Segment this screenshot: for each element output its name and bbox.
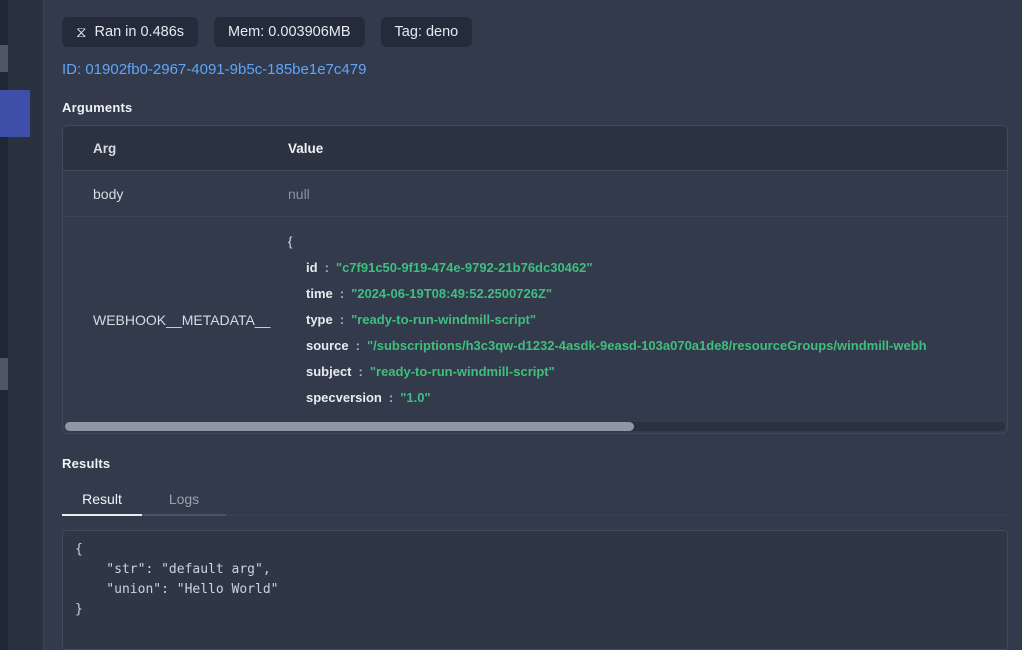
json-key[interactable]: id bbox=[306, 260, 318, 275]
job-run-panel: ⧖ Ran in 0.486s Mem: 0.003906MB Tag: den… bbox=[44, 0, 1022, 650]
json-object-viewer: { id: "c7f91c50-9f19-474e-9792-21b76dc304… bbox=[288, 229, 1007, 411]
json-string-value: "ready-to-run-windmill-script" bbox=[351, 312, 536, 327]
arguments-section-title: Arguments bbox=[62, 100, 1008, 115]
table-row: WEBHOOK__METADATA__ { id: "c7f91c50-9f19-… bbox=[63, 217, 1007, 433]
tab-result[interactable]: Result bbox=[62, 483, 142, 516]
runtime-badge: ⧖ Ran in 0.486s bbox=[62, 17, 198, 47]
key-value-separator: : bbox=[325, 260, 329, 275]
table-row: body null bbox=[63, 171, 1007, 217]
json-string-value: "2024-06-19T08:49:52.2500726Z" bbox=[351, 286, 552, 301]
sidebar-item[interactable] bbox=[0, 45, 8, 72]
arg-name: WEBHOOK__METADATA__ bbox=[63, 312, 288, 328]
json-string-value: "/subscriptions/h3c3qw-d1232-4asdk-9easd… bbox=[367, 338, 927, 353]
hourglass-icon: ⧖ bbox=[76, 25, 87, 40]
column-header-arg: Arg bbox=[63, 141, 288, 156]
job-id-line: ID: 01902fb0-2967-4091-9b5c-185be1e7c479 bbox=[62, 61, 1008, 78]
json-string-value: "c7f91c50-9f19-474e-9792-21b76dc30462" bbox=[336, 260, 593, 275]
sidebar-selected-item[interactable] bbox=[0, 90, 30, 137]
json-key[interactable]: type bbox=[306, 312, 333, 327]
arg-value-null: null bbox=[288, 186, 1007, 202]
key-value-separator: : bbox=[340, 312, 344, 327]
results-section-title: Results bbox=[62, 456, 1008, 471]
json-key[interactable]: time bbox=[306, 286, 333, 301]
horizontal-scrollbar-track[interactable] bbox=[65, 422, 1005, 431]
horizontal-scrollbar-thumb[interactable] bbox=[65, 422, 634, 431]
memory-badge-label: Mem: 0.003906MB bbox=[228, 24, 351, 40]
column-header-value: Value bbox=[288, 141, 1007, 156]
json-entry: source: "/subscriptions/h3c3qw-d1232-4asd… bbox=[288, 333, 1007, 359]
tab-logs[interactable]: Logs bbox=[142, 483, 226, 516]
json-entry: subject: "ready-to-run-windmill-script" bbox=[288, 359, 1007, 385]
results-tabs: Result Logs bbox=[62, 483, 1008, 516]
arguments-table: Arg Value body null WEBHOOK__METADATA__ … bbox=[62, 125, 1008, 434]
json-entry: specversion: "1.0" bbox=[288, 385, 1007, 411]
key-value-separator: : bbox=[340, 286, 344, 301]
job-id-label: ID: bbox=[62, 61, 81, 78]
json-entry: id: "c7f91c50-9f19-474e-9792-21b76dc30462… bbox=[288, 255, 1007, 281]
json-key[interactable]: specversion bbox=[306, 390, 382, 405]
json-key[interactable]: subject bbox=[306, 364, 352, 379]
json-string-value: "ready-to-run-windmill-script" bbox=[370, 364, 555, 379]
json-entry: time: "2024-06-19T08:49:52.2500726Z" bbox=[288, 281, 1007, 307]
sidebar-item[interactable] bbox=[0, 358, 8, 390]
sidebar bbox=[0, 0, 44, 650]
key-value-separator: : bbox=[359, 364, 363, 379]
result-code-block: { "str": "default arg", "union": "Hello … bbox=[62, 530, 1008, 650]
memory-badge: Mem: 0.003906MB bbox=[214, 17, 365, 47]
job-id-value[interactable]: 01902fb0-2967-4091-9b5c-185be1e7c479 bbox=[85, 61, 366, 78]
arg-name: body bbox=[63, 186, 288, 202]
json-key[interactable]: source bbox=[306, 338, 349, 353]
runtime-badge-label: Ran in 0.486s bbox=[95, 24, 184, 40]
key-value-separator: : bbox=[356, 338, 360, 353]
json-entry: type: "ready-to-run-windmill-script" bbox=[288, 307, 1007, 333]
key-value-separator: : bbox=[389, 390, 393, 405]
tag-badge: Tag: deno bbox=[381, 17, 473, 47]
run-stats-row: ⧖ Ran in 0.486s Mem: 0.003906MB Tag: den… bbox=[62, 17, 1008, 47]
open-brace[interactable]: { bbox=[288, 229, 1007, 255]
arguments-table-header: Arg Value bbox=[63, 126, 1007, 171]
tag-badge-label: Tag: deno bbox=[395, 24, 459, 40]
json-string-value: "1.0" bbox=[400, 390, 430, 405]
